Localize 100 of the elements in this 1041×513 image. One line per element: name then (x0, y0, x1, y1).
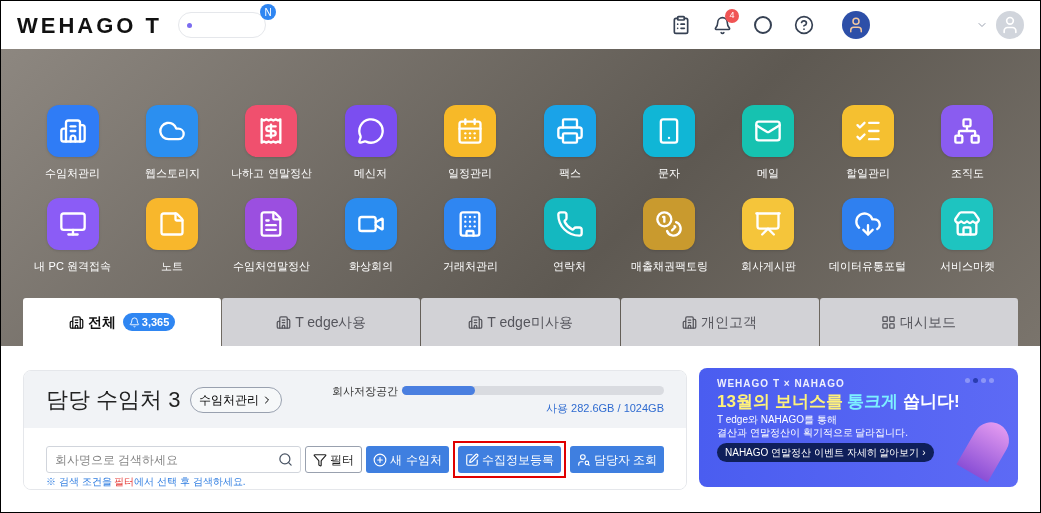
button-label: 수집정보등록 (481, 451, 554, 469)
app-label[interactable]: 서비스마켓 (939, 257, 995, 274)
help-icon[interactable] (794, 15, 814, 35)
manage-link[interactable]: 수임처관리 (190, 386, 283, 413)
app-icon (456, 117, 485, 145)
app-tile[interactable] (46, 105, 99, 157)
storage-usage: 사용 282.6GB / 1024GB (546, 401, 664, 416)
app-label[interactable]: 할일관리 (845, 165, 890, 182)
app-label[interactable]: 일정관리 (448, 165, 493, 182)
app-label[interactable]: 연락처 (553, 257, 587, 274)
app-tile[interactable] (742, 197, 795, 250)
banner-text: 결산과 연말정산이 획기적으로 달라집니다. (717, 426, 909, 439)
filter-icon (313, 452, 328, 467)
app-label[interactable]: 메일 (757, 165, 780, 182)
add-icon (373, 452, 388, 467)
app-icon (853, 209, 882, 238)
tab-label: T edge사용 (295, 312, 367, 332)
app-tile[interactable] (344, 105, 397, 157)
app-icon (655, 209, 684, 238)
app-tile[interactable] (643, 105, 696, 157)
building-icon (468, 314, 484, 330)
edit-icon (464, 452, 479, 467)
app-icon (555, 209, 584, 238)
new-badge: N (260, 4, 276, 20)
app-tile[interactable] (841, 197, 894, 250)
app-tile[interactable] (941, 197, 994, 250)
person-icon (576, 452, 591, 467)
search-hint: ※ 검색 조건을 필터에서 선택 후 검색하세요. (46, 475, 247, 489)
app-label[interactable]: 메신저 (354, 165, 388, 182)
logo[interactable]: WEHAGO T (17, 8, 162, 42)
search-icon[interactable] (278, 452, 294, 467)
avatar-icon[interactable] (842, 11, 870, 39)
tab-label: 대시보드 (900, 312, 957, 332)
app-tile[interactable] (146, 197, 199, 250)
grid-icon (881, 314, 897, 330)
banner-cta[interactable]: NAHAGO 연말정산 이벤트 자세히 알아보기 › (717, 443, 934, 462)
building-icon (276, 314, 292, 330)
tab-label: 전체 (87, 312, 116, 332)
tab[interactable]: T edge미사용 (421, 298, 620, 346)
building-icon (68, 314, 84, 330)
app-tile[interactable] (245, 105, 298, 157)
card-title: 담당 수임처 3 (46, 386, 181, 414)
action-button[interactable]: 새 수임처 (366, 446, 449, 473)
app-tile[interactable] (543, 105, 596, 157)
action-button[interactable]: 담당자 조회 (569, 446, 664, 473)
app-label[interactable]: 수임처관리 (45, 165, 101, 182)
count-text: 3,365 (141, 314, 170, 330)
app-tile[interactable] (742, 105, 795, 157)
app-tile[interactable] (643, 197, 696, 250)
building-icon (682, 314, 698, 330)
app-tile[interactable] (841, 105, 894, 157)
app-label[interactable]: 나하고 연말정산 (231, 165, 312, 182)
tab-label: T edge미사용 (487, 312, 573, 332)
app-tile[interactable] (245, 197, 298, 250)
app-icon (555, 117, 584, 145)
app-tile[interactable] (444, 197, 497, 250)
banner-text: T edge와 NAHAGO를 통해 (717, 413, 837, 426)
tab-label: 개인고객 (701, 312, 758, 332)
app-icon (953, 117, 982, 145)
app-label[interactable]: 회사게시판 (741, 257, 796, 274)
action-button[interactable]: 수집정보등록 (457, 446, 561, 473)
app-icon (953, 209, 982, 238)
tab[interactable]: 개인고객 (620, 298, 819, 346)
app-label[interactable]: 화상회의 (348, 257, 393, 274)
carousel-dots-icon[interactable] (965, 378, 994, 383)
storage-label: 회사저장공간 (332, 383, 398, 399)
app-label[interactable]: 웹스토리지 (144, 165, 200, 182)
app-tile[interactable] (146, 105, 199, 157)
app-label[interactable]: 노트 (161, 257, 184, 274)
app-label[interactable]: 팩스 (558, 165, 581, 182)
app-label[interactable]: 조직도 (950, 165, 984, 182)
app-icon (356, 117, 385, 145)
app-tile[interactable] (444, 105, 497, 157)
app-label[interactable]: 데이터유통포털 (829, 257, 907, 274)
bell-icon (128, 316, 140, 328)
app-tile[interactable] (46, 197, 99, 250)
tab[interactable]: 전체 3,365 (23, 298, 222, 346)
button-label: 새 수임처 (390, 451, 442, 469)
app-label[interactable]: 매출채권팩토링 (630, 257, 708, 274)
app-label[interactable]: 문자 (658, 165, 681, 182)
app-label[interactable]: 수임처연말정산 (233, 257, 310, 274)
app-icon (754, 209, 783, 238)
notes-icon[interactable] (671, 15, 691, 35)
app-label[interactable]: 내 PC 원격접속 (34, 257, 111, 274)
app-tile[interactable] (543, 197, 596, 250)
app-icon (158, 209, 187, 238)
tab[interactable]: T edge사용 (222, 298, 421, 346)
notification-badge: 4 (725, 8, 739, 23)
app-tile[interactable] (941, 105, 994, 157)
banner-logo: WEHAGO T × NAHAGO (717, 377, 845, 391)
promo-banner[interactable]: WEHAGO T × NAHAGO 13월의 보너스를 통크게 쏩니다! T edge와 NAHAGO를 통해 결산과 연말정산이 획기적으로 달라집니다. NAHAGO 연말정산 이벤트 자세히 알아보기 › (699, 368, 1018, 487)
app-icon (58, 209, 87, 238)
search-field[interactable]: 회사명으로 검색하세요 (46, 446, 302, 473)
app-tile[interactable] (344, 197, 397, 250)
action-button[interactable]: 필터 (305, 446, 363, 473)
tab[interactable]: 대시보드 (819, 298, 1018, 346)
button-label: 필터 (330, 451, 355, 469)
point-icon[interactable] (754, 16, 772, 34)
link-label: 수임처관리 (199, 391, 260, 409)
app-label[interactable]: 거래처관리 (442, 257, 498, 274)
